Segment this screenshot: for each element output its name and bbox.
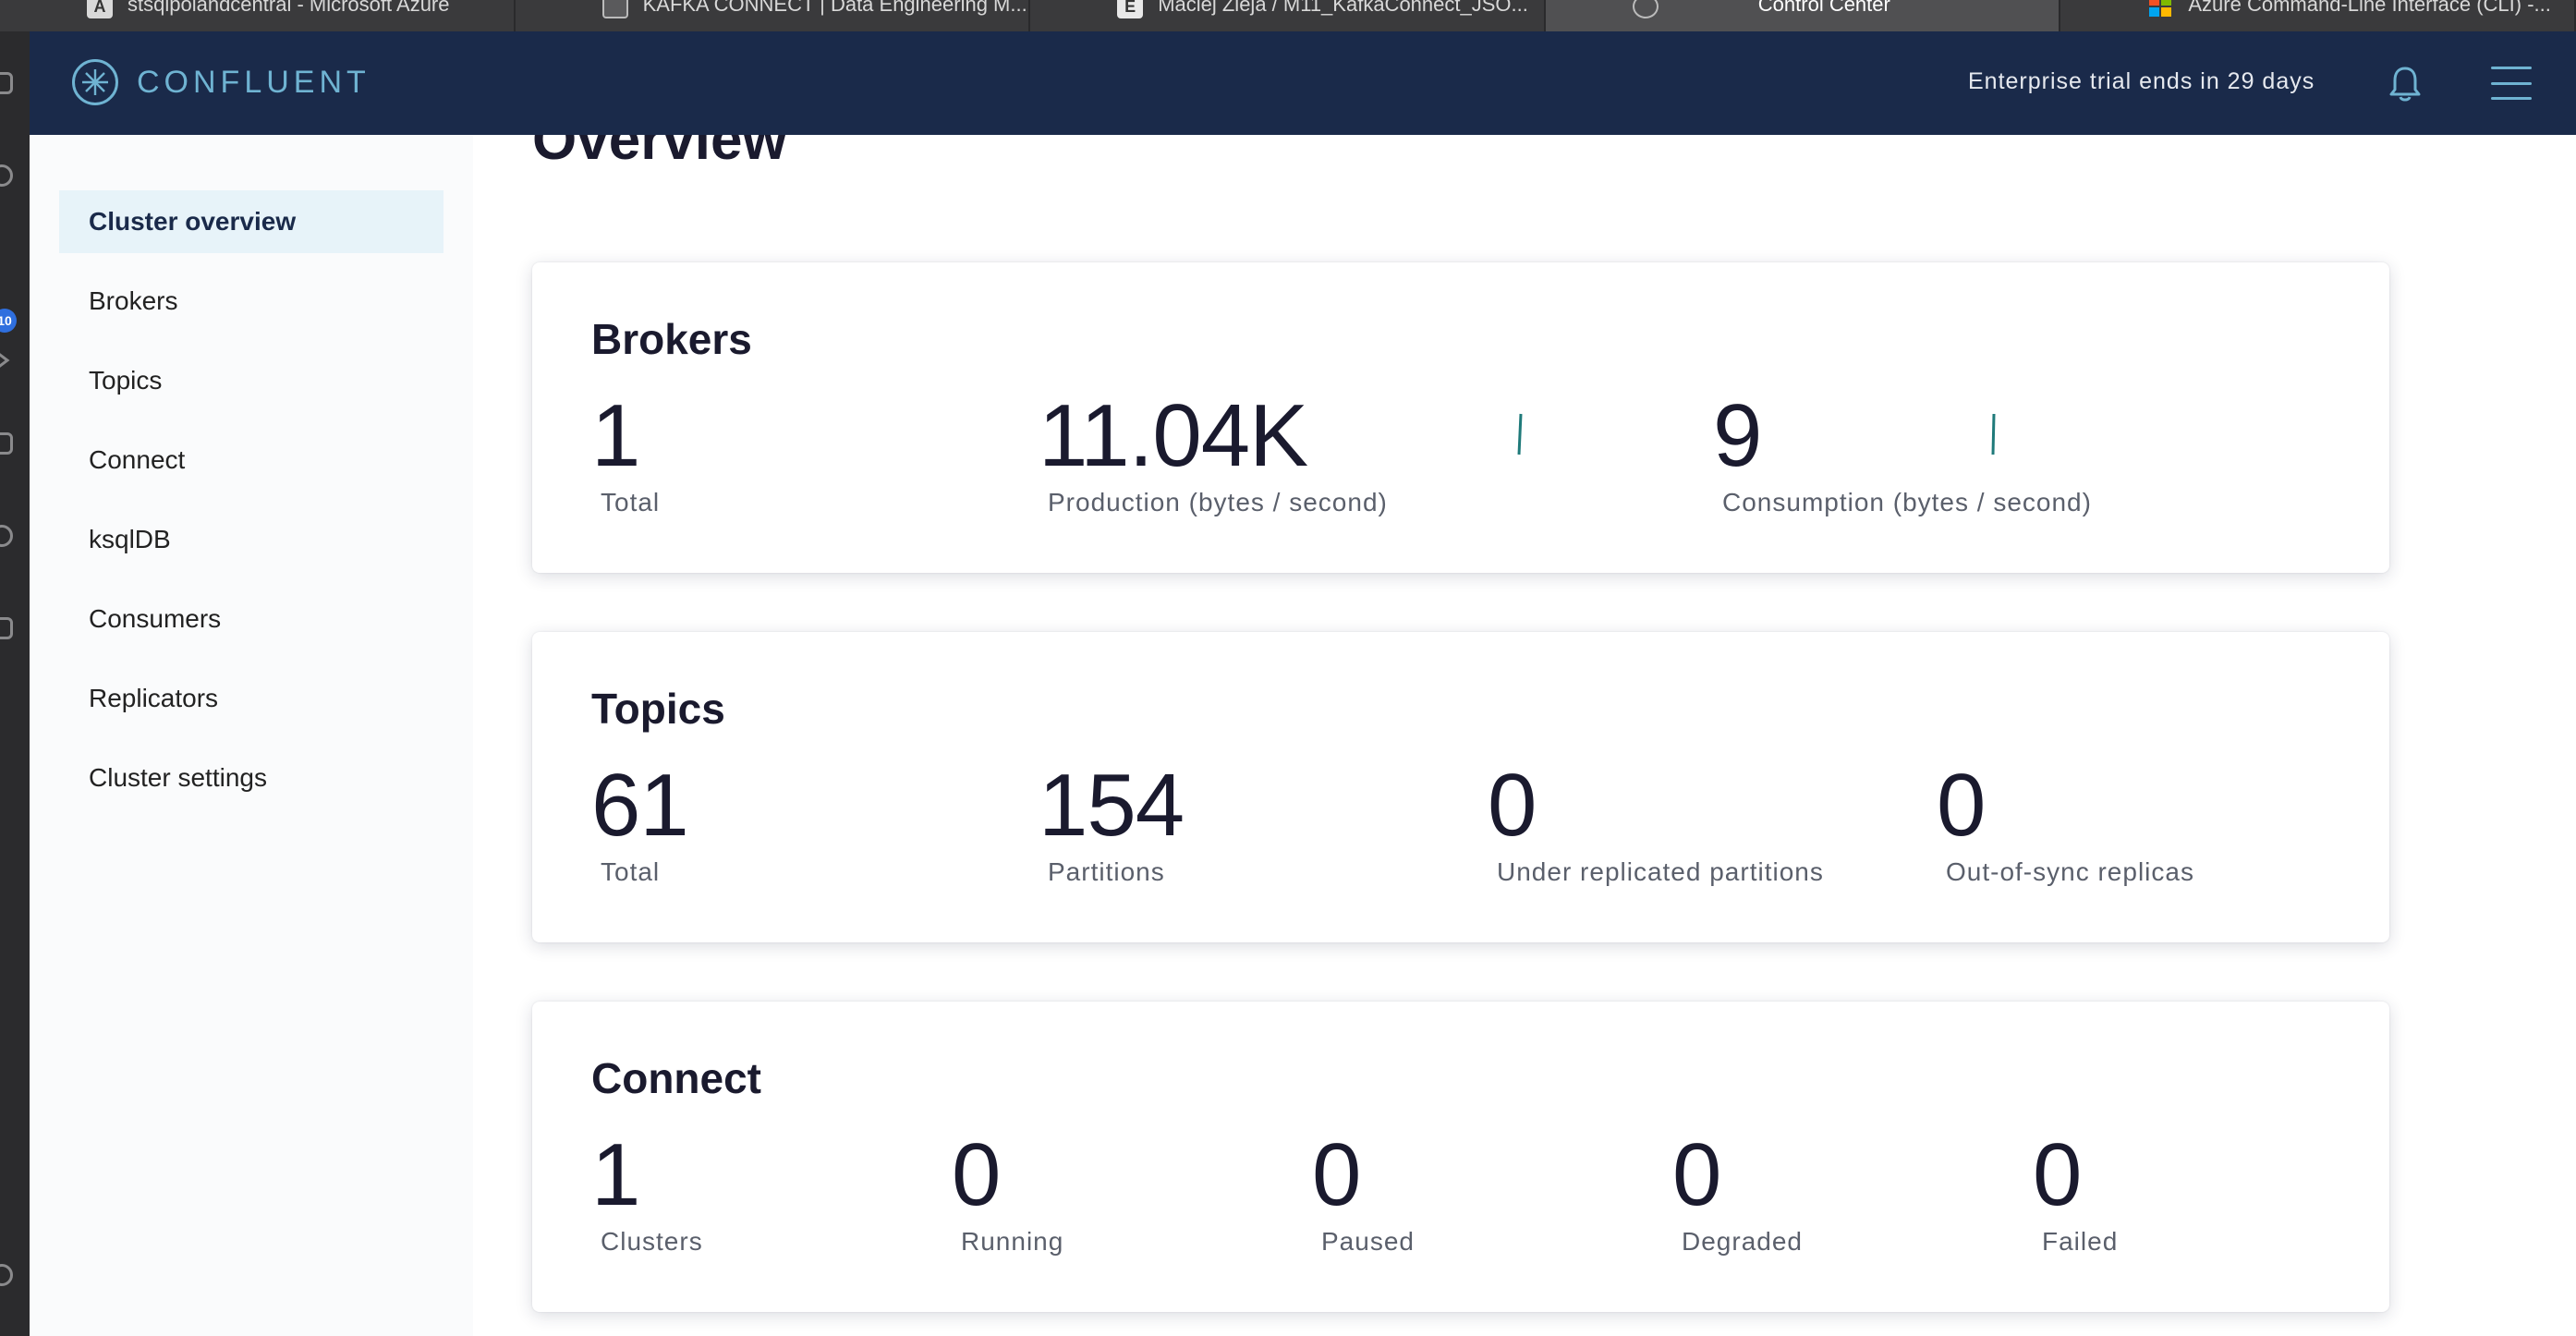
sidebar-item-replicators[interactable]: Replicators	[59, 667, 444, 730]
logo-text: CONFLUENT	[137, 64, 371, 100]
github-icon: E	[1117, 0, 1144, 18]
browser-tab-azure-cli[interactable]: Azure Command-Line Interface (CLI) -...	[2060, 0, 2576, 31]
browser-tab-kafka-connect-docs[interactable]: KAFKA CONNECT | Data Engineering M...	[516, 0, 1031, 31]
confluent-icon	[1632, 0, 1659, 18]
metric-label: Failed	[2042, 1227, 2119, 1256]
sidebar-item-consumers[interactable]: Consumers	[59, 588, 444, 650]
metric-label: Running	[961, 1227, 1064, 1256]
tab-title: Control Center	[1757, 0, 1890, 16]
python-icon[interactable]	[0, 525, 13, 547]
connect-running-metric: 0 Running	[952, 1131, 1063, 1257]
sidebar-item-connect[interactable]: Connect	[59, 429, 444, 492]
metric-label: Partitions	[1048, 857, 1165, 886]
sidebar-item-ksqldb[interactable]: ksqlDB	[59, 508, 444, 571]
brokers-production-metric: 11.04K Production (bytes / second)	[1039, 392, 1388, 517]
metric-value: 11.04K	[1039, 386, 1308, 485]
tab-title: KAFKA CONNECT | Data Engineering M...	[642, 0, 1027, 16]
metric-label: Clusters	[601, 1227, 703, 1256]
trial-notice: Enterprise trial ends in 29 days	[1968, 68, 2315, 94]
os-dock: 10	[0, 31, 30, 1336]
metric-label: Total	[601, 488, 661, 516]
brokers-card: Brokers 1 Total 11.04K Production (bytes…	[532, 262, 2389, 573]
metric-value: 61	[591, 756, 689, 855]
connect-clusters-metric: 1 Clusters	[591, 1131, 703, 1257]
connect-card: Connect 1 Clusters 0 Running 0 Paused 0 …	[532, 1002, 2389, 1312]
notification-badge: 10	[0, 309, 17, 333]
sidebar-item-brokers[interactable]: Brokers	[59, 270, 444, 333]
metric-label: Out-of-sync replicas	[1946, 857, 2194, 886]
topics-card-title[interactable]: Topics	[591, 684, 725, 734]
metric-value: 0	[1937, 756, 1986, 855]
topics-card: Topics 61 Total 154 Partitions 0 Under r…	[532, 632, 2389, 942]
tab-title: Azure Command-Line Interface (CLI) -...	[2188, 0, 2551, 16]
browser-tab-control-center[interactable]: Control Center	[1545, 0, 2061, 31]
app-root: A stsqlpolandcentral - Microsoft Azure K…	[0, 0, 2576, 1336]
hamburger-menu-icon[interactable]	[2491, 63, 2532, 103]
notifications-bell-icon[interactable]	[2384, 63, 2426, 105]
metric-value: 0	[952, 1125, 1001, 1224]
connect-degraded-metric: 0 Degraded	[1672, 1131, 1803, 1257]
production-sparkline	[1517, 413, 1523, 455]
metric-value: 0	[1312, 1125, 1361, 1224]
search-icon[interactable]	[0, 164, 13, 187]
metric-label: Paused	[1321, 1227, 1415, 1256]
sidebar-item-topics[interactable]: Topics	[59, 349, 444, 412]
topics-partitions-metric: 154 Partitions	[1039, 756, 1185, 887]
metric-label: Degraded	[1682, 1227, 1803, 1256]
metric-value: 0	[1488, 756, 1537, 855]
confluent-logo-icon	[72, 59, 118, 105]
metric-value: 0	[1672, 1125, 1721, 1224]
azure-icon: A	[87, 0, 113, 18]
document-icon	[601, 0, 628, 18]
topics-total-metric: 61 Total	[591, 756, 689, 887]
brokers-consumption-metric: 9 Consumption (bytes / second)	[1713, 392, 2092, 517]
metric-value: 0	[2033, 1125, 2082, 1224]
header-layer: CONFLUENT Enterprise trial ends in 29 da…	[30, 31, 2576, 135]
account-icon[interactable]	[0, 1264, 13, 1286]
connect-card-title[interactable]: Connect	[591, 1053, 761, 1103]
sidebar-item-cluster-overview[interactable]: Cluster overview	[59, 190, 444, 253]
metric-value: 1	[591, 1125, 640, 1224]
brokers-card-title[interactable]: Brokers	[591, 314, 752, 364]
metric-label: Total	[601, 857, 661, 886]
browser-tab-github-repo[interactable]: E Maciej Zieja / M11_KafkaConnect_JSO...	[1030, 0, 1546, 31]
browser-tab-strip: A stsqlpolandcentral - Microsoft Azure K…	[0, 0, 2576, 31]
metric-label: Production (bytes / second)	[1048, 488, 1388, 516]
consumption-sparkline	[1991, 413, 1996, 455]
browser-tab-azure-storage[interactable]: A stsqlpolandcentral - Microsoft Azure	[0, 0, 516, 31]
connect-failed-metric: 0 Failed	[2033, 1131, 2118, 1257]
cluster-sidebar: Cluster overview Brokers Topics Connect …	[30, 135, 473, 1336]
run-icon[interactable]	[0, 349, 13, 371]
extensions-icon[interactable]	[0, 432, 13, 455]
files-icon[interactable]	[0, 72, 13, 94]
microsoft-icon	[2147, 0, 2173, 18]
metric-label: Under replicated partitions	[1497, 857, 1824, 886]
metric-value: 1	[591, 386, 640, 485]
confluent-logo-top[interactable]: CONFLUENT	[72, 59, 371, 105]
tab-title: stsqlpolandcentral - Microsoft Azure	[128, 0, 450, 16]
tab-title: Maciej Zieja / M11_KafkaConnect_JSO...	[1158, 0, 1528, 16]
metric-value: 9	[1713, 386, 1762, 485]
topics-out-of-sync-metric: 0 Out-of-sync replicas	[1937, 761, 2194, 887]
connect-paused-metric: 0 Paused	[1312, 1131, 1415, 1257]
topics-under-replicated-metric: 0 Under replicated partitions	[1488, 761, 1824, 887]
copy-icon[interactable]	[0, 617, 13, 639]
metric-value: 154	[1039, 756, 1185, 855]
metric-label: Consumption (bytes / second)	[1722, 488, 2092, 516]
sidebar-item-cluster-settings[interactable]: Cluster settings	[59, 747, 444, 809]
brokers-total-metric: 1 Total	[591, 392, 660, 517]
